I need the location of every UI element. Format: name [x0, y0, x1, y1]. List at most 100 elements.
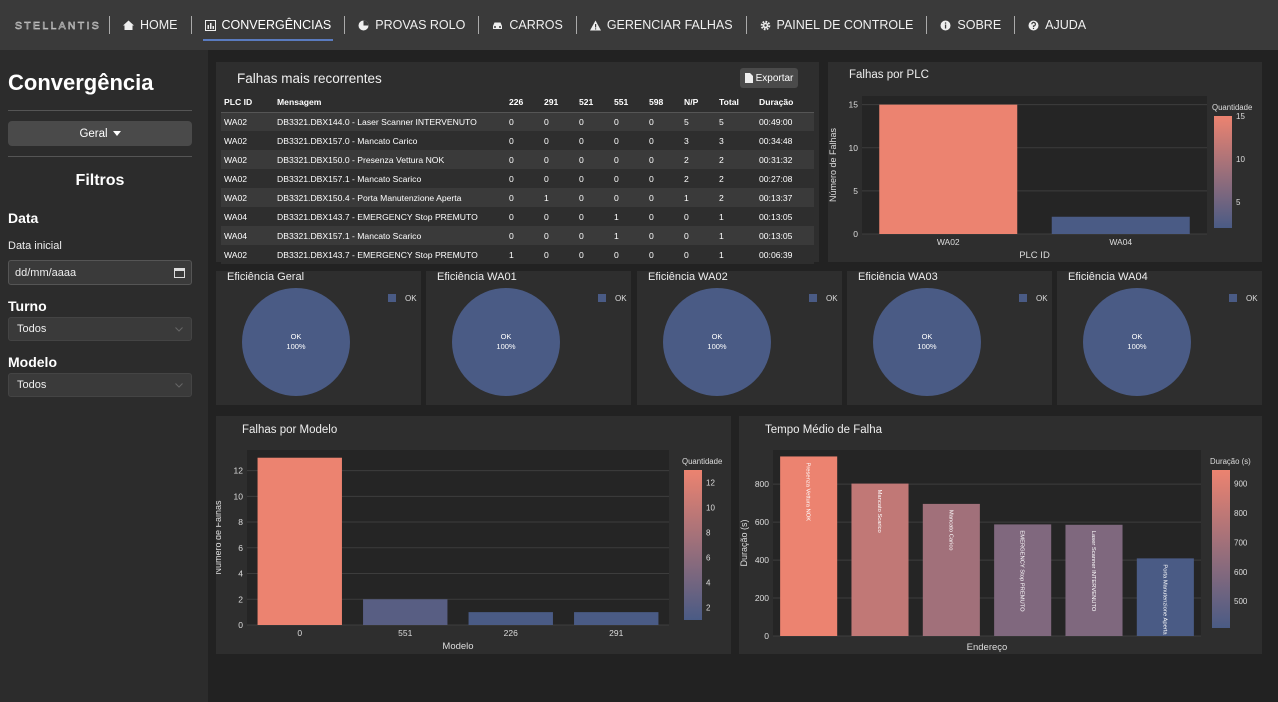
nav-item-ajuda[interactable]: AJUDA — [1015, 0, 1099, 50]
table-cell: 0 — [611, 169, 646, 188]
table-cell: 00:13:05 — [756, 226, 814, 245]
y-tick-label: 800 — [755, 479, 769, 489]
table-cell: DB3321.DBX150.0 - Presenza Vettura NOK — [274, 150, 506, 169]
date-start-label: Data inicial — [8, 240, 62, 252]
calendar-icon[interactable] — [174, 267, 185, 278]
sidebar: Convergência Geral Filtros Data Data ini… — [0, 50, 208, 702]
table-header-cell[interactable]: Total — [716, 92, 756, 113]
nav-item-painel-de-controle[interactable]: PAINEL DE CONTROLE — [747, 0, 927, 50]
table-row[interactable]: WA02 DB3321.DBX157.1 - Mancato Scarico 0 0 0… — [221, 169, 814, 188]
shift-select[interactable]: Todos — [8, 317, 192, 341]
model-select[interactable]: Todos — [8, 373, 192, 397]
nav-item-carros[interactable]: CARROS — [479, 0, 575, 50]
table-cell: 3 — [681, 131, 716, 150]
bar-inside-label: Mancato Carico — [947, 510, 953, 551]
filters-title: Filtros — [75, 172, 125, 189]
colorbar-tick-label: 5 — [1236, 198, 1241, 207]
failures-by-model-card: 0 2 4 6 8 10 12 0 551 226 291 Modelo Número de Falha… — [213, 416, 731, 654]
table-cell: 0 — [541, 245, 576, 264]
bar[interactable] — [363, 599, 448, 625]
failures-by-model-chart: 0 2 4 6 8 10 12 0 551 226 291 Modelo Número de Falha… — [213, 424, 722, 652]
table-cell: 1 — [611, 207, 646, 226]
efficiency-pie-chart: Eficiência WA04OK100%OK — [1068, 271, 1258, 396]
nav-item-converg-ncias[interactable]: CONVERGÊNCIAS — [192, 0, 345, 50]
date-start-input[interactable]: dd/mm/aaaa — [8, 260, 192, 285]
legend-swatch[interactable] — [1019, 294, 1027, 302]
table-cell: 0 — [506, 226, 541, 245]
table-cell: 0 — [646, 150, 681, 169]
shift-select-value: Todos — [17, 323, 47, 335]
table-cell: 0 — [506, 188, 541, 207]
table-header-cell[interactable]: Duração — [756, 92, 814, 113]
home-icon — [123, 20, 134, 30]
table-cell: DB3321.DBX143.7 - EMERGENCY Stop PREMUTO — [274, 245, 506, 264]
bar[interactable] — [574, 612, 659, 625]
efficiency-pie-chart: Eficiência GeralOK100%OK — [227, 271, 417, 396]
table-header-cell[interactable]: N/P — [681, 92, 716, 113]
nav-item-label: CONVERGÊNCIAS — [221, 18, 332, 32]
model-select-value: Todos — [17, 379, 47, 391]
pie-slice-percent: 100% — [286, 342, 306, 351]
legend-swatch[interactable] — [598, 294, 606, 302]
table-cell: 0 — [646, 245, 681, 264]
table-cell: 0 — [611, 245, 646, 264]
chevron-down-icon — [175, 382, 183, 388]
table-cell: WA02 — [221, 245, 274, 264]
export-button[interactable]: Exportar — [740, 68, 798, 88]
efficiency-pie-chart: Eficiência WA03OK100%OK — [858, 271, 1048, 396]
table-row[interactable]: WA02 DB3321.DBX150.0 - Presenza Vettura N… — [221, 150, 814, 169]
table-header-cell[interactable]: 226 — [506, 92, 541, 113]
table-cell: 1 — [716, 245, 756, 264]
table-row[interactable]: WA02 DB3321.DBX144.0 - Laser Scanner INTE… — [221, 112, 814, 131]
recurring-failures-card: Falhas mais recorrentes Exportar PLC ID M… — [216, 62, 819, 264]
table-cell: DB3321.DBX150.4 - Porta Manutenzione Ape… — [274, 188, 506, 207]
table-header-cell[interactable]: Mensagem — [274, 92, 506, 113]
chart-title: Eficiência WA01 — [437, 271, 517, 283]
x-axis-label: PLC ID — [1019, 250, 1050, 261]
legend-swatch[interactable] — [1229, 294, 1237, 302]
nav-item-gerenciar-falhas[interactable]: GERENCIAR FALHAS — [577, 0, 746, 50]
table-cell: 0 — [506, 131, 541, 150]
legend-label: OK — [405, 294, 417, 303]
bar[interactable] — [1051, 216, 1190, 234]
pie-slice-label: OK — [712, 332, 723, 341]
nav-item-home[interactable]: HOME — [110, 0, 191, 50]
table-header-cell[interactable]: 521 — [576, 92, 611, 113]
nav-item-sobre[interactable]: SOBRE — [927, 0, 1014, 50]
view-dropdown-button[interactable]: Geral — [8, 121, 192, 146]
y-tick-label: 2 — [238, 594, 243, 604]
chart-title: Eficiência Geral — [227, 271, 304, 283]
y-axis-label: Duração (s) — [739, 519, 749, 566]
table-row[interactable]: WA04 DB3321.DBX157.1 - Mancato Scarico 0 0 0… — [221, 226, 814, 245]
legend-label: OK — [615, 294, 627, 303]
table-row[interactable]: WA02 DB3321.DBX143.7 - EMERGENCY Stop PRE… — [221, 245, 814, 264]
y-axis-label: Número de Falhas — [828, 127, 838, 202]
colorbar — [684, 470, 702, 620]
table-header-cell[interactable]: 551 — [611, 92, 646, 113]
table-header-cell[interactable]: 291 — [541, 92, 576, 113]
table-row[interactable]: WA02 DB3321.DBX150.4 - Porta Manutenzione… — [221, 188, 814, 207]
chart-title: Falhas por PLC — [849, 69, 929, 81]
table-row[interactable]: WA02 DB3321.DBX157.0 - Mancato Carico 0 0 0 0… — [221, 131, 814, 150]
efficiency-card: Eficiência WA02 OK 100% OK — [637, 271, 842, 405]
y-tick-label: 10 — [234, 491, 244, 501]
table-header-cell[interactable]: PLC ID — [221, 92, 274, 113]
nav-item-label: GERENCIAR FALHAS — [606, 18, 733, 32]
legend-swatch[interactable] — [388, 294, 396, 302]
table-cell: WA02 — [221, 150, 274, 169]
brand-logo[interactable]: STELLANTIS — [15, 18, 109, 33]
colorbar-tick-label: 500 — [1234, 597, 1248, 606]
avg-failure-time-card: 0 200 400 600 800 Presenza Vettura NOK Mancato… — [739, 416, 1262, 654]
view-dropdown-label: Geral — [79, 127, 108, 140]
x-tick-label: 0 — [297, 628, 302, 638]
table-cell: 0 — [576, 112, 611, 131]
table-header-cell[interactable]: 598 — [646, 92, 681, 113]
bar[interactable] — [879, 104, 1018, 234]
legend-swatch[interactable] — [809, 294, 817, 302]
table-cell: 00:13:05 — [756, 207, 814, 226]
table-cell: DB3321.DBX157.0 - Mancato Carico — [274, 131, 506, 150]
bar[interactable] — [468, 612, 553, 625]
table-row[interactable]: WA04 DB3321.DBX143.7 - EMERGENCY Stop PRE… — [221, 207, 814, 226]
nav-item-provas-rolo[interactable]: PROVAS ROLO — [345, 0, 478, 50]
bar[interactable] — [257, 457, 342, 625]
